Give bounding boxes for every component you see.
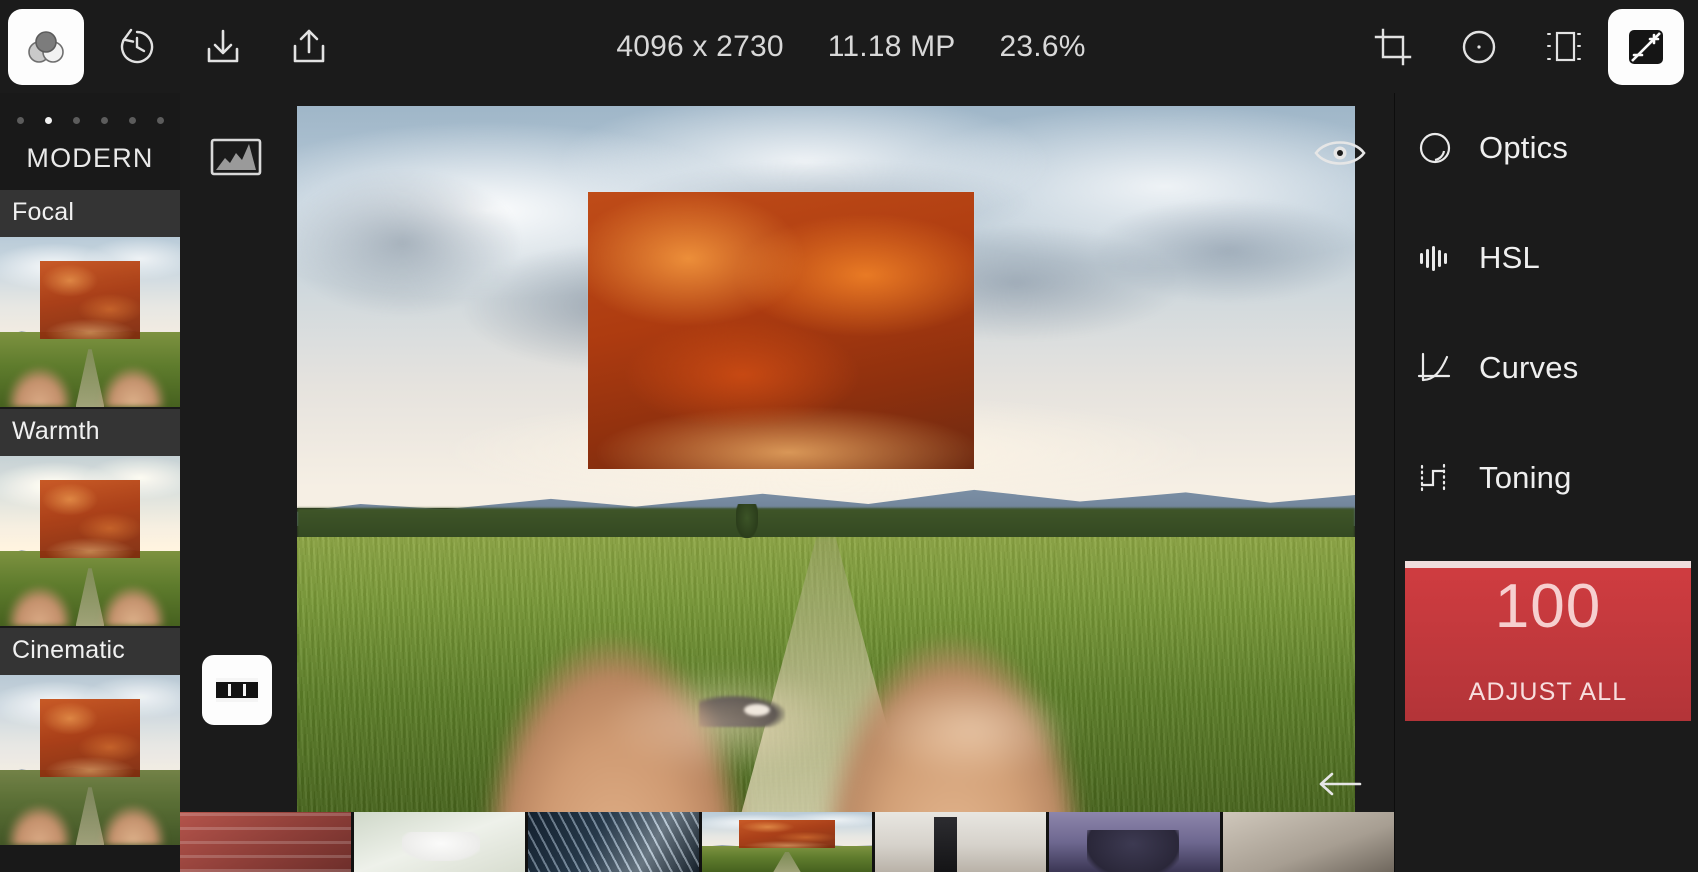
tool-label: Curves [1479,350,1579,385]
tool-item-hsl[interactable]: HSL [1395,203,1698,313]
filmstrip-icon[interactable] [202,655,272,725]
radial-mask-icon[interactable] [1436,0,1522,93]
preset-category-title: MODERN [26,143,154,173]
photo-tree [736,504,759,539]
preset-label: Focal [0,190,180,237]
back-arrow-icon[interactable] [1308,758,1372,810]
top-toolbar: 4096 x 2730 11.18 MP 23.6% [0,0,1698,93]
color-wheels-icon[interactable] [8,8,84,85]
frame-icon[interactable] [1522,0,1608,93]
page-dot[interactable] [128,116,136,124]
share-icon[interactable] [266,0,352,93]
page-dot[interactable] [16,116,24,124]
tool-item-toning[interactable]: Toning [1395,423,1698,533]
thumb-white-bunny[interactable] [353,812,525,872]
toning-icon [1413,459,1457,497]
page-dot[interactable] [100,116,108,124]
tool-label: Optics [1479,130,1569,165]
preset-item-focal[interactable]: Focal [0,190,180,407]
image-dimensions: 4096 x 2730 [616,29,784,63]
tool-label: HSL [1479,240,1540,275]
curves-icon [1413,349,1457,387]
crop-icon[interactable] [1350,0,1436,93]
preset-label: Warmth [0,409,180,456]
preset-sidebar: MODERN Focal Warmth Cinematic [0,93,180,872]
photo-editor-app: 4096 x 2730 11.18 MP 23.6% MODERN Focal … [0,0,1698,872]
preset-thumbnail[interactable] [0,456,180,626]
tool-panel: Optics HSL Curves Toning 100 ADJUST ALL [1394,93,1698,872]
adjust-all-slider[interactable]: 100 ADJUST ALL [1405,561,1691,721]
photo-preview[interactable] [297,106,1355,824]
image-megapixels: 11.18 MP [827,29,956,63]
eye-icon[interactable] [1308,127,1372,179]
thumb-city-person[interactable] [875,812,1047,872]
tool-item-optics[interactable]: Optics [1395,93,1698,203]
optics-icon [1413,129,1457,167]
history-undo-icon[interactable] [94,0,180,93]
zoom-level: 23.6% [999,29,1086,63]
thumb-architecture-clock[interactable] [527,812,699,872]
thumb-purple-portrait[interactable] [1049,812,1221,872]
preset-page-dots[interactable] [0,93,180,139]
thumb-neutral[interactable] [1223,812,1395,872]
preset-label: Cinematic [0,628,180,675]
thumb-red-building[interactable] [180,812,351,872]
tool-item-curves[interactable]: Curves [1395,313,1698,423]
preset-thumbnail[interactable] [0,237,180,407]
page-dot-active[interactable] [44,116,52,124]
preset-item-cinematic[interactable]: Cinematic [0,628,180,845]
download-icon[interactable] [180,0,266,93]
tool-label: Toning [1479,460,1572,495]
top-right-tools [1350,0,1698,93]
filmstrip[interactable] [180,812,1395,872]
canvas-area [293,93,1394,872]
photo-fingers [297,536,1355,824]
thumb-landscape-selected[interactable] [701,812,873,872]
adjust-all-label: ADJUST ALL [1468,678,1628,706]
selection-overlay[interactable] [587,192,975,469]
preset-item-warmth[interactable]: Warmth [0,409,180,626]
page-dot[interactable] [156,116,164,124]
left-tool-rail [180,93,293,872]
preset-thumbnail[interactable] [0,675,180,845]
adjust-icon[interactable] [1608,8,1684,85]
page-dot[interactable] [72,116,80,124]
adjust-all-value: 100 [1494,572,1602,641]
hsl-icon [1413,239,1457,277]
image-info: 4096 x 2730 11.18 MP 23.6% [352,30,1350,64]
histogram-icon[interactable] [204,133,268,181]
